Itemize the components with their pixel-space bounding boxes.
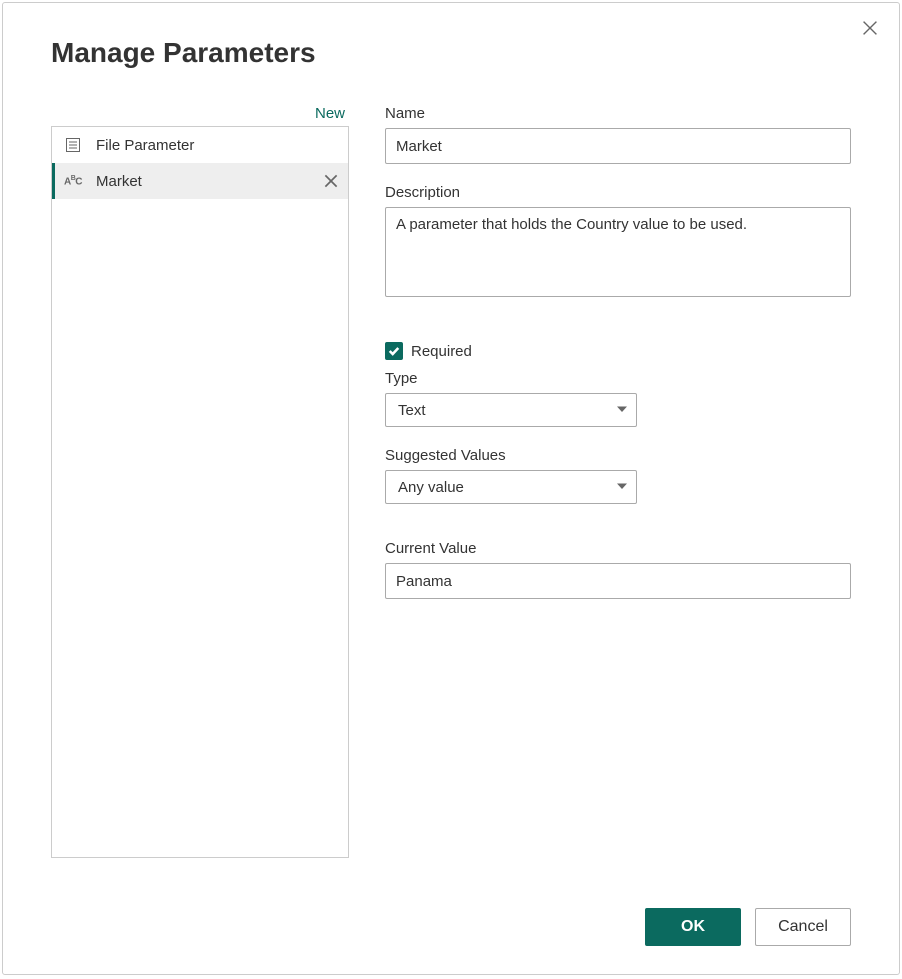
dialog-title: Manage Parameters	[51, 37, 851, 69]
type-label: Type	[385, 370, 851, 387]
current-value-input[interactable]	[385, 563, 851, 599]
description-input[interactable]: A parameter that holds the Country value…	[385, 207, 851, 297]
required-checkbox[interactable]	[385, 342, 403, 360]
suggested-values-select-value: Any value	[398, 479, 464, 496]
parameter-list: File Parameter ABC Market	[51, 126, 349, 858]
name-field-group: Name	[385, 105, 851, 164]
suggested-values-label: Suggested Values	[385, 447, 851, 464]
name-label: Name	[385, 105, 851, 122]
required-label: Required	[411, 343, 472, 360]
close-icon	[322, 172, 340, 190]
text-type-icon: ABC	[62, 170, 84, 192]
current-value-label: Current Value	[385, 540, 851, 557]
parameter-item-label: File Parameter	[96, 137, 340, 154]
description-label: Description	[385, 184, 851, 201]
dialog-content: New File Parameter ABC	[51, 105, 851, 908]
suggested-values-field-group: Suggested Values Any value	[385, 447, 851, 504]
type-select[interactable]: Text	[385, 393, 637, 427]
lines-icon	[62, 134, 84, 156]
ok-button[interactable]: OK	[645, 908, 741, 946]
type-select-value: Text	[398, 402, 426, 419]
manage-parameters-dialog: Manage Parameters New File Parameter	[2, 2, 900, 975]
parameter-item-file-parameter[interactable]: File Parameter	[52, 127, 348, 163]
delete-parameter-button[interactable]	[322, 172, 340, 190]
close-button[interactable]	[859, 17, 883, 41]
name-input[interactable]	[385, 128, 851, 164]
close-icon	[859, 17, 881, 39]
parameter-item-market[interactable]: ABC Market	[52, 163, 348, 199]
checkmark-icon	[388, 345, 400, 357]
dialog-button-row: OK Cancel	[51, 908, 851, 946]
parameter-item-label: Market	[96, 173, 322, 190]
suggested-values-select[interactable]: Any value	[385, 470, 637, 504]
parameter-list-panel: New File Parameter ABC	[51, 105, 349, 908]
new-parameter-link[interactable]: New	[51, 105, 349, 122]
parameter-form: Name Description A parameter that holds …	[385, 105, 851, 908]
description-field-group: Description A parameter that holds the C…	[385, 184, 851, 302]
type-field-group: Type Text	[385, 370, 851, 427]
required-field-group: Required	[385, 342, 851, 360]
cancel-button[interactable]: Cancel	[755, 908, 851, 946]
current-value-field-group: Current Value	[385, 540, 851, 599]
